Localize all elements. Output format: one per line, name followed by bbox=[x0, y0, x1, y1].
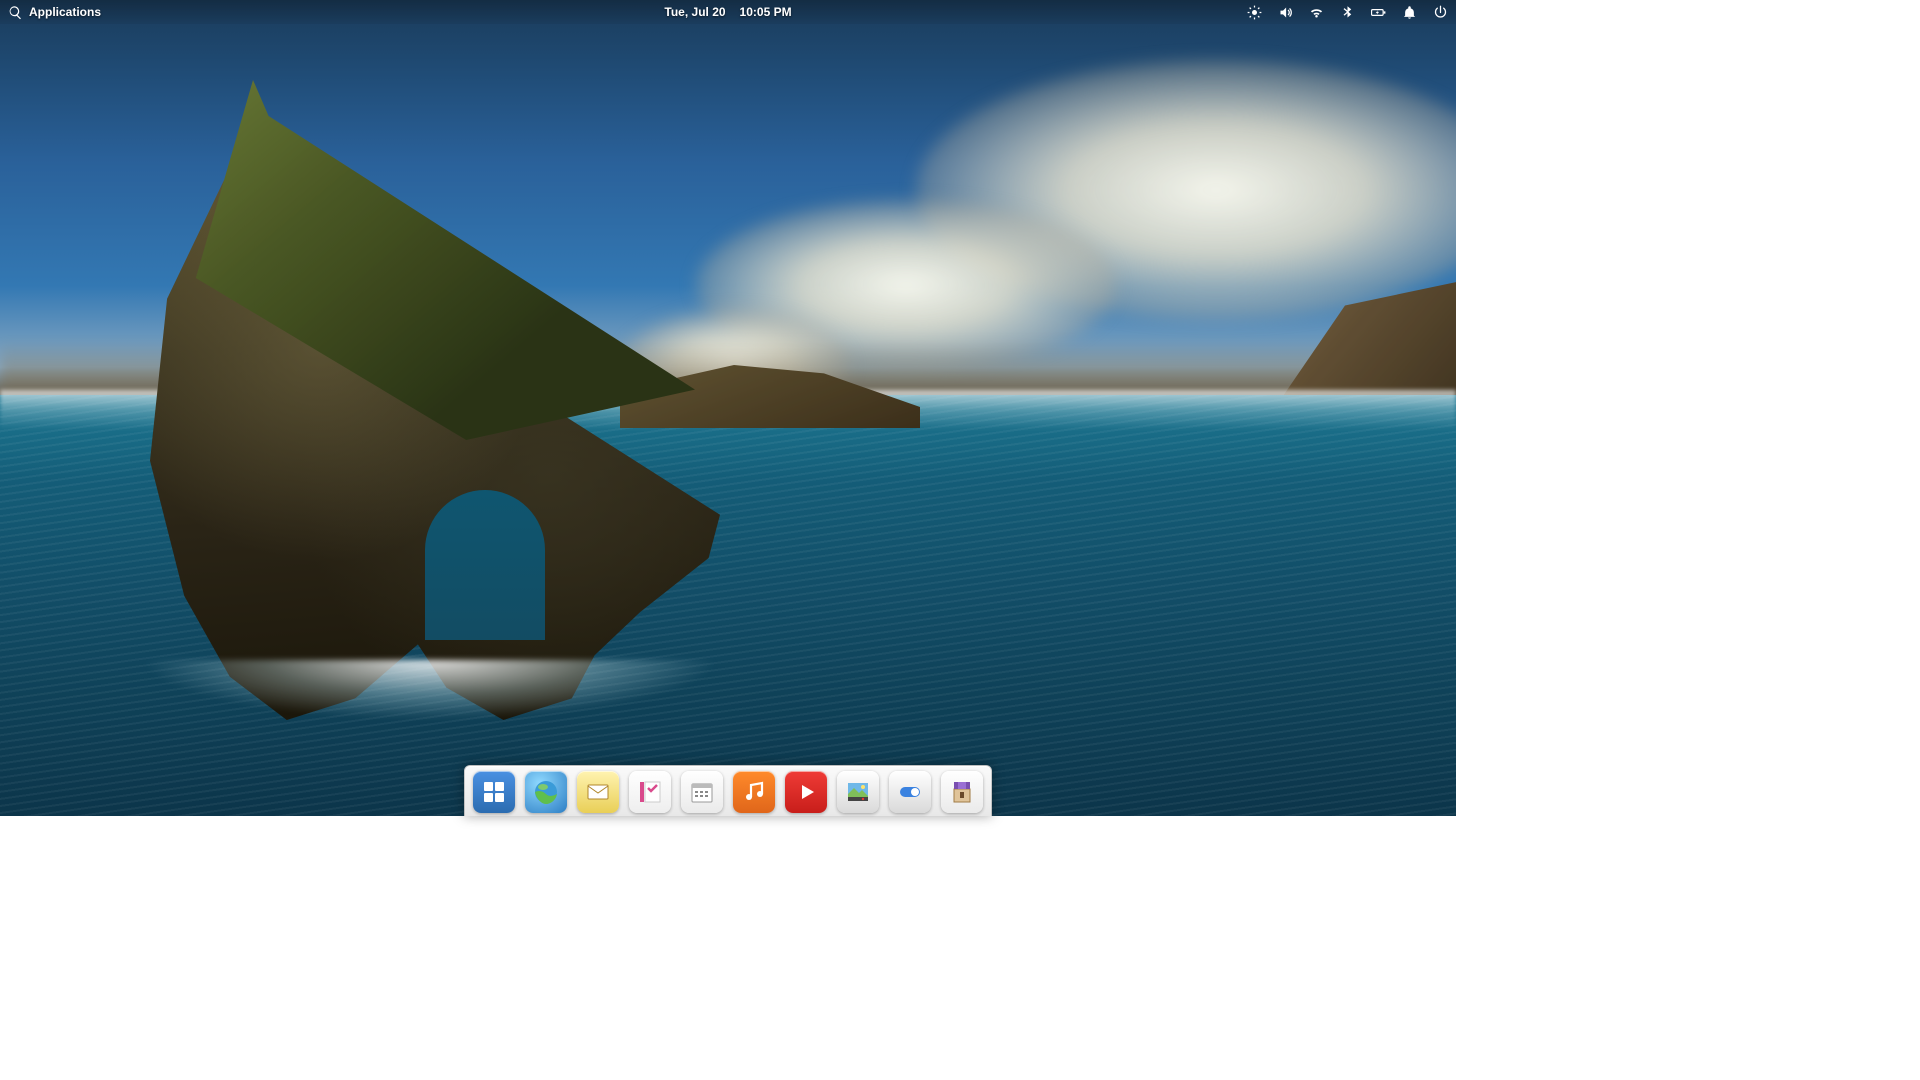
switch-icon bbox=[898, 780, 922, 804]
dock-item-mail[interactable] bbox=[577, 771, 619, 813]
network-indicator[interactable] bbox=[1309, 5, 1324, 20]
appcenter-icon bbox=[950, 780, 974, 804]
globe-icon bbox=[534, 780, 558, 804]
power-icon bbox=[1433, 5, 1448, 20]
mail-icon bbox=[586, 780, 610, 804]
dock-item-settings[interactable] bbox=[889, 771, 931, 813]
dock-item-web-browser[interactable] bbox=[525, 771, 567, 813]
dock-item-videos[interactable] bbox=[785, 771, 827, 813]
sound-indicator[interactable] bbox=[1278, 5, 1293, 20]
night-light-indicator[interactable] bbox=[1247, 5, 1262, 20]
dock-item-appcenter[interactable] bbox=[941, 771, 983, 813]
dock-item-multitasking[interactable] bbox=[473, 771, 515, 813]
applications-label: Applications bbox=[29, 5, 101, 19]
applications-menu[interactable]: Applications bbox=[8, 5, 101, 20]
music-icon bbox=[742, 780, 766, 804]
multitasking-icon bbox=[482, 780, 506, 804]
photos-icon bbox=[846, 780, 870, 804]
dock-item-music[interactable] bbox=[733, 771, 775, 813]
brightness-icon bbox=[1247, 5, 1262, 20]
notifications-indicator[interactable] bbox=[1402, 5, 1417, 20]
play-icon bbox=[794, 780, 818, 804]
dock bbox=[464, 765, 992, 816]
dock-item-photos[interactable] bbox=[837, 771, 879, 813]
session-indicator[interactable] bbox=[1433, 5, 1448, 20]
power-indicator[interactable] bbox=[1371, 5, 1386, 20]
clock-date: Tue, Jul 20 bbox=[664, 5, 725, 19]
bell-icon bbox=[1402, 5, 1417, 20]
battery-charging-icon bbox=[1371, 5, 1386, 20]
bluetooth-icon bbox=[1340, 5, 1355, 20]
volume-icon bbox=[1278, 5, 1293, 20]
clock-time: 10:05 PM bbox=[740, 5, 792, 19]
dock-item-tasks[interactable] bbox=[629, 771, 671, 813]
desktop-wallpaper bbox=[0, 0, 1456, 816]
search-icon bbox=[8, 5, 23, 20]
top-panel: Applications Tue, Jul 20 10:05 PM bbox=[0, 0, 1456, 24]
tasks-icon bbox=[638, 780, 662, 804]
bluetooth-indicator[interactable] bbox=[1340, 5, 1355, 20]
clock[interactable]: Tue, Jul 20 10:05 PM bbox=[664, 5, 791, 19]
dock-item-calendar[interactable] bbox=[681, 771, 723, 813]
wifi-icon bbox=[1309, 5, 1324, 20]
calendar-icon bbox=[690, 780, 714, 804]
system-tray bbox=[1247, 5, 1448, 20]
